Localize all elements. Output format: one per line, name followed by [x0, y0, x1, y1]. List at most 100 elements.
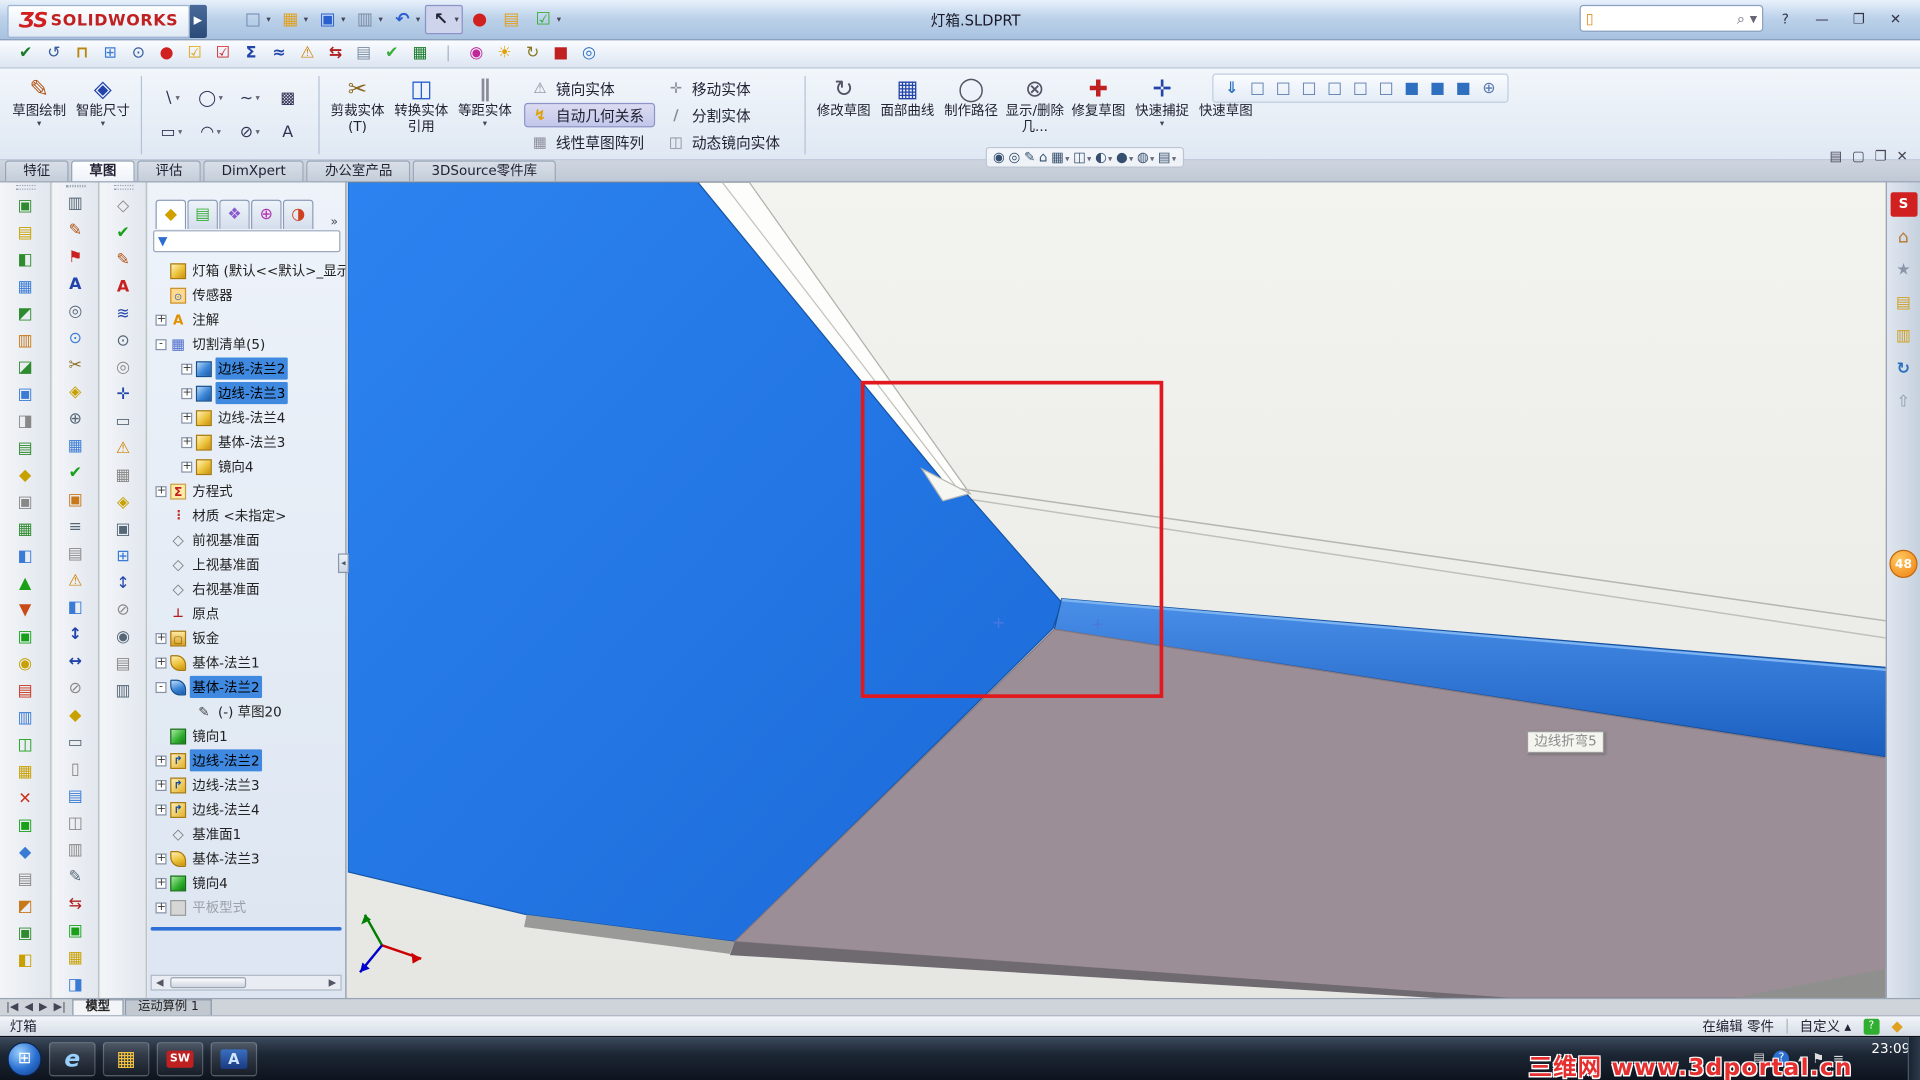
feature-tree-item[interactable]: ◇ 右视基准面	[148, 577, 346, 601]
panel-tab[interactable]: ◆	[156, 200, 187, 229]
feature-tree-item[interactable]: ⊥ 原点	[148, 601, 346, 625]
expand-toggle[interactable]: +	[156, 853, 167, 864]
toolbar-icon[interactable]: ■	[1452, 79, 1474, 97]
graphics-area[interactable]: + + 边线折弯5	[348, 182, 1886, 998]
feature-tree-item[interactable]: + 镜向4	[148, 871, 346, 895]
view-toolbar-button[interactable]: ◎	[1009, 149, 1021, 165]
toolbar-icon[interactable]: ⊙	[59, 326, 91, 353]
expand-toggle[interactable]: +	[181, 363, 192, 374]
task-pane-tab-icon[interactable]: ▥	[1890, 324, 1917, 348]
tab-scroll-icon[interactable]: ◀	[22, 1001, 35, 1013]
cm-stack-item[interactable]: ✛ 移动实体	[660, 76, 791, 100]
toolbar-icon[interactable]: ⚠	[59, 568, 91, 595]
toolbar-icon[interactable]: ⚠	[107, 436, 139, 463]
cm-tab[interactable]: 特征	[5, 160, 69, 181]
feature-tree-item[interactable]: + ▢ 钣金	[148, 626, 346, 650]
doc-window-button[interactable]: ❐	[1875, 148, 1887, 164]
feature-tree-item[interactable]: - 基体-法兰2	[148, 675, 346, 699]
feature-tree-item[interactable]: + ↱ 边线-法兰3	[148, 773, 346, 797]
toolbar-icon[interactable]: ◉	[463, 42, 490, 66]
feature-tree-item[interactable]: 镜向1	[148, 724, 346, 748]
task-pane-tab-icon[interactable]: ▤	[1890, 291, 1917, 315]
taskbar-app-button[interactable]: e	[49, 1041, 96, 1075]
feature-tree-item[interactable]: + A 注解	[148, 307, 346, 331]
feature-tree-item[interactable]: ◇ 基准面1	[148, 822, 346, 846]
cm-button[interactable]: ◈ 智能尺寸 ▾	[71, 71, 135, 159]
status-help-icon[interactable]: ?	[1863, 1018, 1879, 1034]
cm-stack-item[interactable]: ⚠ 镜向实体	[524, 76, 655, 100]
cm-button[interactable]: ✂ 剪裁实体(T)	[326, 71, 390, 159]
toolbar-icon[interactable]: □	[1349, 79, 1371, 97]
doc-window-button[interactable]: ▤	[1830, 148, 1843, 164]
toolbar-icon[interactable]: ▯	[59, 757, 91, 784]
toolbar-icon[interactable]: ▤	[350, 42, 377, 66]
sketch-tool-button[interactable]: ∼ ▾	[231, 82, 268, 114]
model-tab[interactable]: 运动算例 1	[125, 999, 213, 1015]
doc-window-button[interactable]: ▢	[1852, 148, 1865, 164]
toolbar-icon[interactable]: ▦	[9, 274, 41, 301]
toolbar-icon[interactable]: ▥	[59, 191, 91, 218]
cm-button[interactable]: ↻ 修改草图	[812, 71, 876, 159]
expand-toggle[interactable]: +	[181, 461, 192, 472]
toolbar-icon[interactable]: ☀	[491, 42, 518, 66]
sketch-tool-button[interactable]: ⊘ ▾	[231, 116, 268, 148]
toolbar-icon[interactable]: ☑	[209, 42, 236, 66]
view-toolbar-button[interactable]: ●▾	[1116, 149, 1133, 165]
toolbar-icon[interactable]: ⇓	[1221, 79, 1243, 97]
toolbar-icon[interactable]: ▦	[407, 42, 434, 66]
cm-button[interactable]: ✎ 草图绘制 ▾	[7, 71, 71, 159]
toolbar-icon[interactable]: ✔	[12, 42, 39, 66]
feature-tree-item[interactable]: + 镜向4	[148, 454, 346, 478]
toolbar-icon[interactable]: ▣	[59, 918, 91, 945]
toolbar-icon[interactable]: ◩	[9, 301, 41, 328]
expand-toggle[interactable]: +	[156, 877, 167, 888]
expand-toggle[interactable]: -	[156, 339, 167, 350]
panel-tab[interactable]: ⊕	[251, 200, 282, 229]
quick-access-button[interactable]: ▦ ▾	[276, 5, 311, 34]
toolbar-icon[interactable]: ◉	[107, 624, 139, 651]
toolbar-icon[interactable]: ↻	[519, 42, 546, 66]
quick-access-button[interactable]: ↖ ▾	[425, 5, 462, 34]
expand-toggle[interactable]: +	[156, 755, 167, 766]
feature-tree-item[interactable]: + 平板型式	[148, 895, 346, 919]
toolbar-icon[interactable]: ⚑	[59, 245, 91, 272]
toolbar-icon[interactable]: ◇	[107, 193, 139, 220]
toolbar-icon[interactable]: ↕	[59, 622, 91, 649]
minimize-button[interactable]: —	[1807, 6, 1836, 30]
sketch-tool-button[interactable]: ∖ ▾	[153, 82, 190, 114]
toolbar-icon[interactable]: □	[1272, 79, 1294, 97]
toolbar-icon[interactable]: ◩	[9, 894, 41, 921]
toolbar-icon[interactable]: ✎	[59, 864, 91, 891]
toolbar-icon[interactable]: ▥	[107, 678, 139, 705]
feature-tree-item[interactable]: + 基体-法兰3	[148, 846, 346, 870]
tab-scroll-icon[interactable]: ▶	[37, 1001, 50, 1013]
expand-toggle[interactable]: +	[156, 804, 167, 815]
start-button[interactable]: ⊞	[7, 1041, 41, 1075]
feature-tree-item[interactable]: ✎ (-) 草图20	[148, 699, 346, 723]
view-toolbar-button[interactable]: ◫▾	[1073, 149, 1091, 165]
toolbar-icon[interactable]: ▣	[9, 193, 41, 220]
quick-access-button[interactable]: ▣ ▾	[313, 5, 348, 34]
toolbar-icon[interactable]: ▼	[9, 598, 41, 625]
quick-access-button[interactable]: □ ▾	[238, 5, 273, 34]
toolbar-icon[interactable]: ◨	[59, 972, 91, 999]
toolbar-icon[interactable]: ✛	[107, 382, 139, 409]
toolbar-icon[interactable]: ▤	[9, 220, 41, 247]
toolbar-icon[interactable]: ⊞	[107, 544, 139, 571]
view-toolbar-button[interactable]: ▦▾	[1051, 149, 1069, 165]
toolbar-icon[interactable]: ◆	[9, 840, 41, 867]
cm-stack-item[interactable]: ∕ 分割实体	[660, 103, 791, 127]
task-pane-tab-icon[interactable]: ⇧	[1890, 391, 1917, 415]
toolbar-icon[interactable]: ⊙	[125, 42, 152, 66]
vertex-marker[interactable]: +	[1091, 620, 1104, 632]
sketch-tool-button[interactable]: ◯ ▾	[192, 82, 229, 114]
quick-access-button[interactable]: ▤	[497, 5, 526, 34]
feature-tree-item[interactable]: + ↱ 边线-法兰2	[148, 748, 346, 772]
toolbar-icon[interactable]: ◆	[59, 703, 91, 730]
expand-toggle[interactable]: +	[156, 902, 167, 913]
model-tab[interactable]: 模型	[72, 999, 123, 1015]
toolbar-icon[interactable]: ▦	[9, 517, 41, 544]
task-pane-tab-icon[interactable]: ★	[1890, 258, 1917, 282]
sketch-tool-button[interactable]: ▩	[271, 82, 308, 114]
toolbar-icon[interactable]: ▤	[59, 784, 91, 811]
